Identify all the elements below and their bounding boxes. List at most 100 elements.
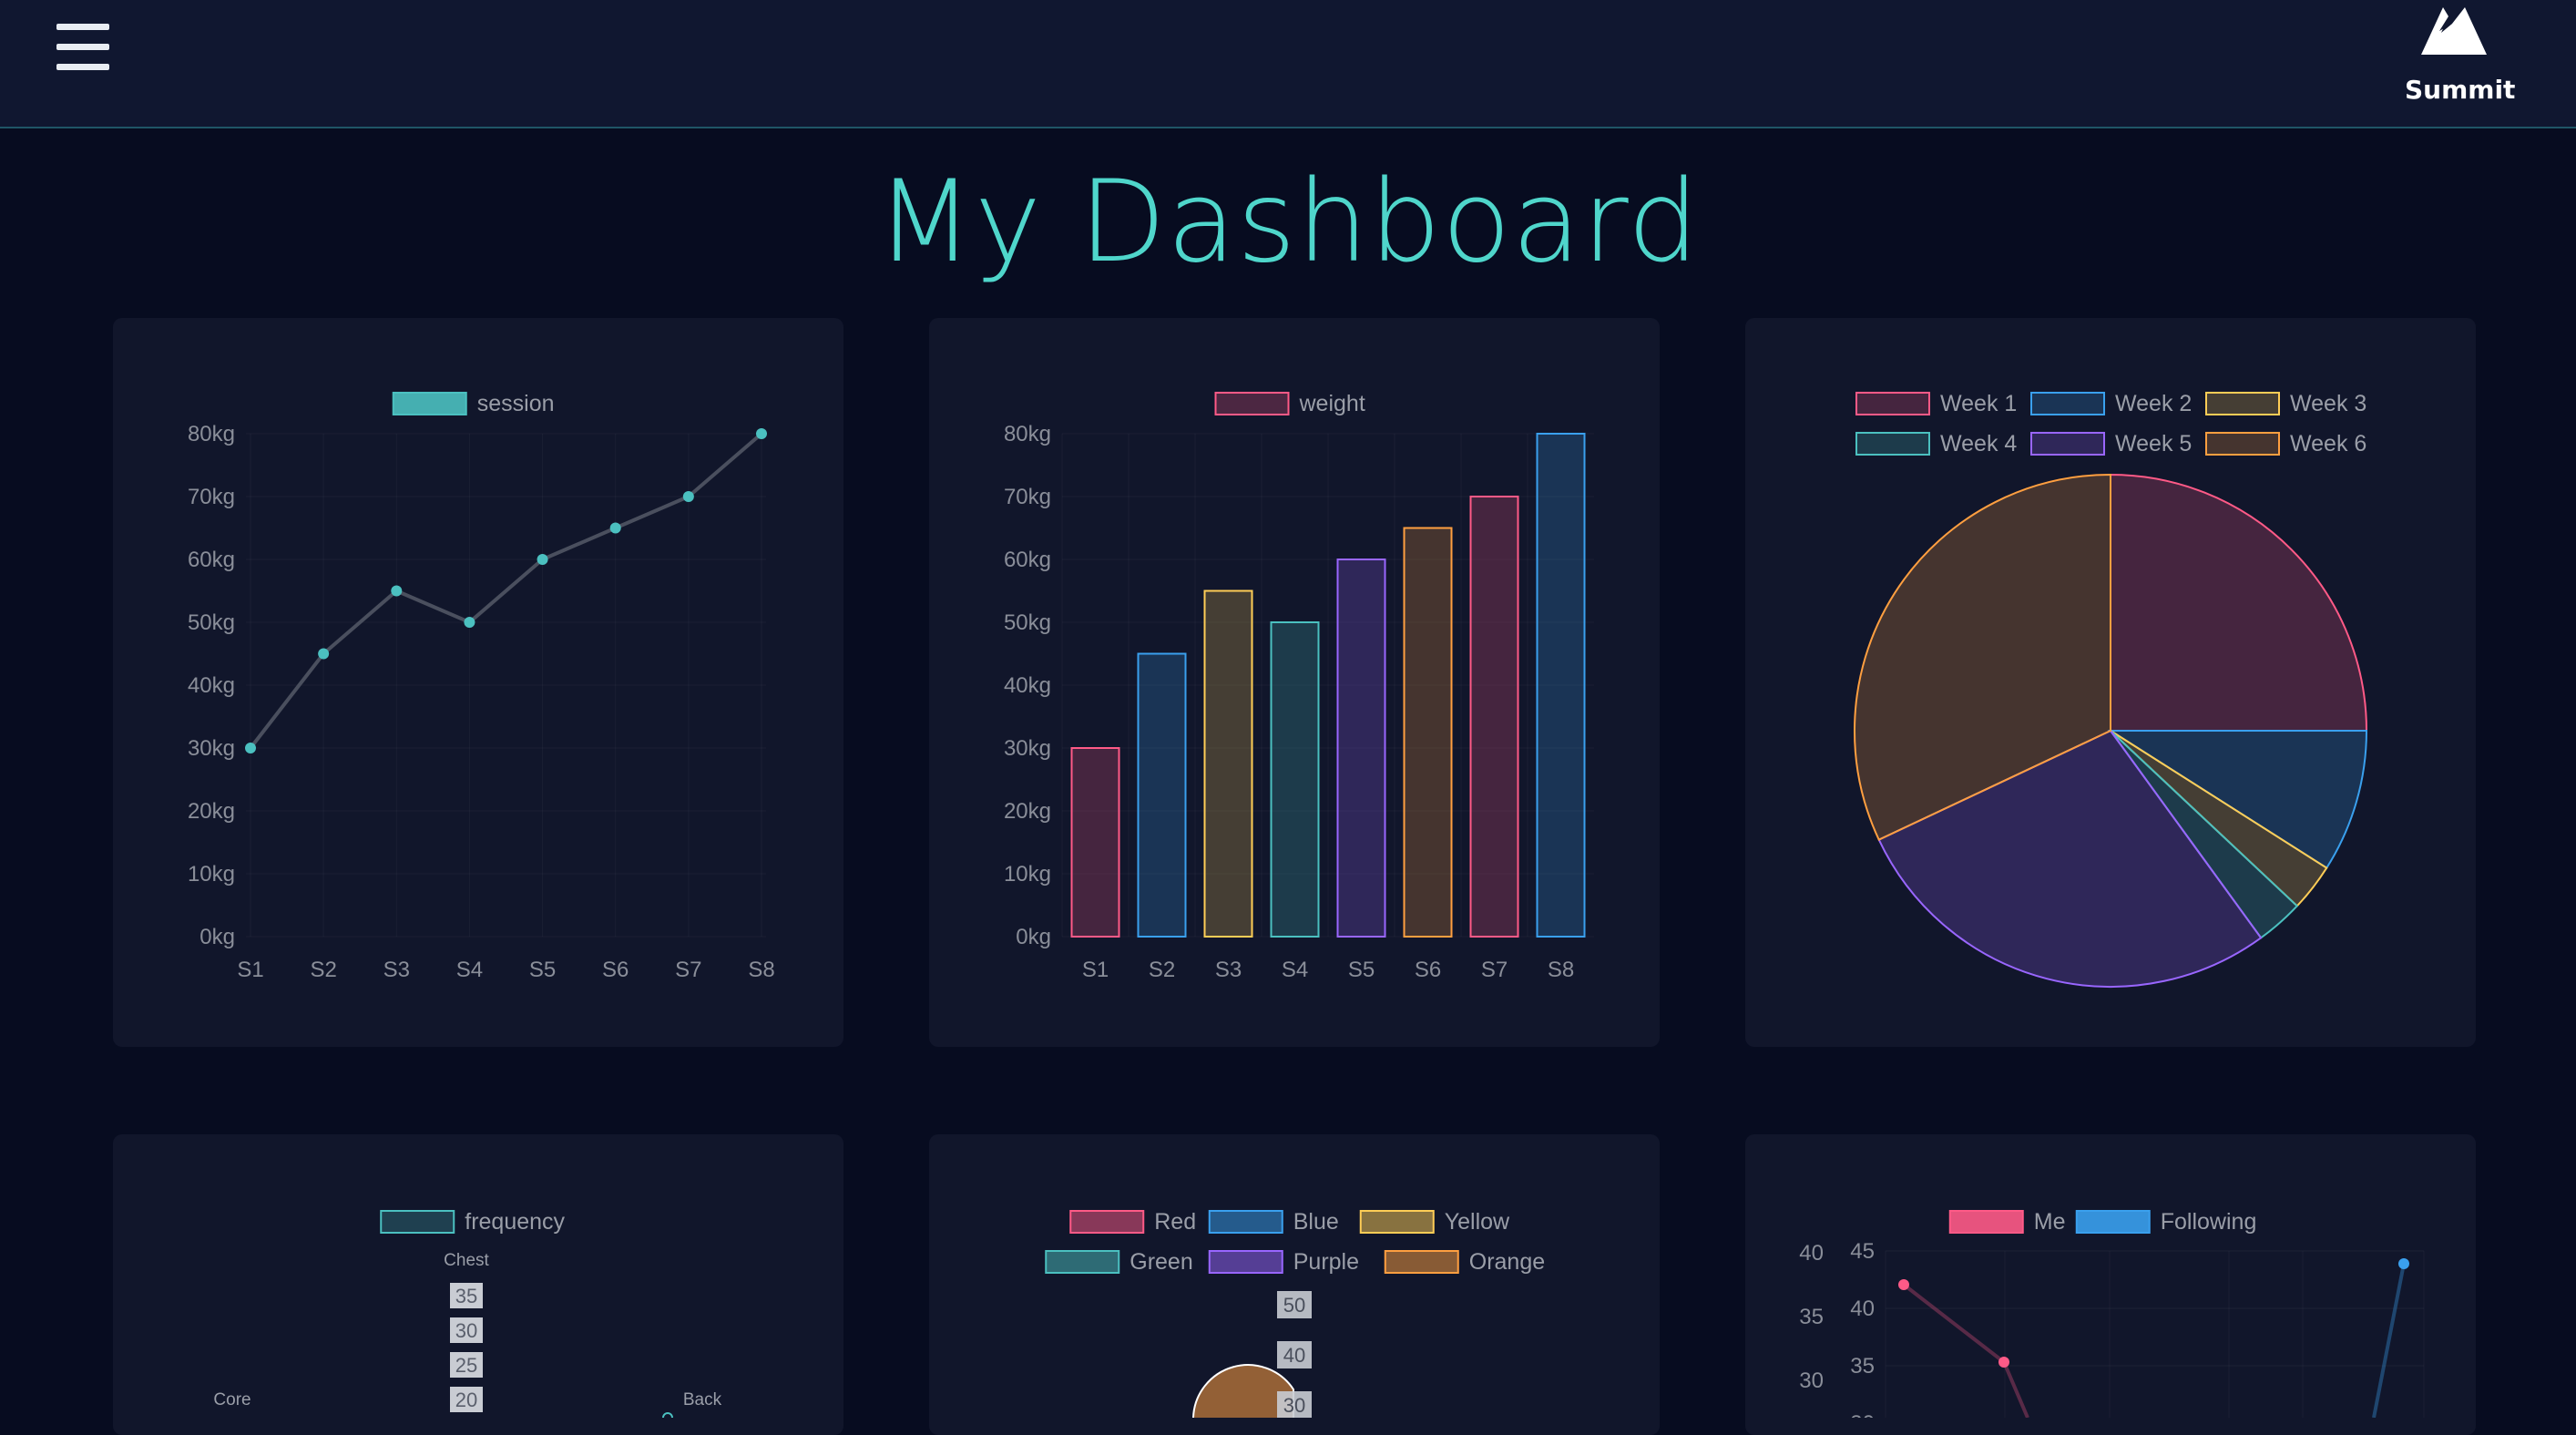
legend-orange-label: Orange: [1469, 1249, 1545, 1275]
x-tick-label: S3: [1215, 958, 1242, 982]
session-point: [245, 743, 256, 753]
frequency-radar-card: frequency Chest Back Core 35 30 25 20: [113, 1134, 843, 1435]
x-tick-label: S6: [602, 958, 629, 982]
session-point: [609, 522, 621, 534]
radar-axis-label: Back: [683, 1390, 722, 1409]
weeks-pie-card: Week 1 Week 2 Week 3 Week 4 Week 5 Week 6: [1745, 318, 2476, 1047]
x-tick-label: S8: [748, 958, 774, 982]
top-navbar: Summit: [0, 0, 2576, 128]
legend-purple-swatch: [1208, 1250, 1283, 1274]
y-left-tick-label: 40: [1799, 1241, 1824, 1266]
legend-week-6-swatch: [2205, 432, 2280, 456]
y-tick-label: 10kg: [188, 862, 235, 887]
legend-red-swatch: [1069, 1210, 1145, 1234]
legend-following-swatch: [2075, 1210, 2151, 1234]
polar-tick-label: 40: [1283, 1344, 1305, 1367]
mountain-icon: [2421, 7, 2487, 55]
radar-tick-label: 30: [455, 1319, 477, 1342]
legend-yellow-label: Yellow: [1445, 1209, 1510, 1235]
session-point: [464, 617, 475, 628]
y-tick-label: 30kg: [1004, 736, 1051, 761]
y-tick-label: 0kg: [199, 925, 235, 949]
legend-purple-label: Purple: [1293, 1249, 1359, 1275]
radar-axis-label: Core: [213, 1390, 250, 1409]
weight-bar: [1469, 496, 1519, 938]
following-point: [2398, 1258, 2409, 1269]
session-point: [682, 491, 694, 502]
x-tick-label: S4: [456, 958, 483, 982]
y-tick-label: 70kg: [1004, 485, 1051, 509]
y-tick-label: 40kg: [1004, 673, 1051, 698]
y-right-tick-label: 30: [1850, 1411, 1875, 1418]
x-tick-label: S2: [310, 958, 336, 982]
y-left-tick-label: 35: [1799, 1305, 1824, 1329]
y-tick-label: 50kg: [188, 610, 235, 635]
weight-bar: [1137, 652, 1187, 938]
polar-tick-label: 30: [1283, 1394, 1305, 1417]
session-series-line: [249, 432, 763, 750]
x-tick-label: S1: [1082, 958, 1109, 982]
radar-tick-label: 25: [455, 1354, 477, 1377]
x-tick-label: S2: [1149, 958, 1175, 982]
legend-week-1-swatch: [1855, 392, 1930, 415]
colors-polar-chart: Red Blue Yellow Green Purple Orange 50 40 30: [1045, 1209, 1545, 1435]
weight-bar: [1536, 433, 1586, 938]
weight-bar-card: weight 0kg 10kg 20kg 30kg 40kg 50kg 60kg 70kg 80k…: [929, 318, 1660, 1047]
weight-bar: [1203, 589, 1253, 938]
y-tick-label: 80kg: [1004, 422, 1051, 446]
legend-frequency-label: frequency: [465, 1209, 565, 1235]
legend-week-5-label: Week 5: [2115, 431, 2192, 456]
y-tick-label: 30kg: [188, 736, 235, 761]
y-tick-label: 10kg: [1004, 862, 1051, 887]
y-right-tick-label: 35: [1850, 1354, 1875, 1379]
y-tick-label: 50kg: [1004, 610, 1051, 635]
legend-session-label: session: [477, 391, 555, 416]
weight-bar-chart: weight 0kg 10kg 20kg 30kg 40kg 50kg 60kg 70kg 80k…: [1004, 391, 1594, 982]
legend-week-1-label: Week 1: [1940, 391, 2017, 416]
session-point: [756, 428, 767, 439]
legend-yellow-swatch: [1359, 1210, 1435, 1234]
legend-red-label: Red: [1154, 1209, 1196, 1235]
legend-green-swatch: [1045, 1250, 1120, 1274]
legend-week-2-swatch: [2030, 392, 2105, 415]
y-tick-label: 40kg: [188, 673, 235, 698]
legend-me-label: Me: [2034, 1209, 2066, 1235]
legend-blue-swatch: [1208, 1210, 1283, 1234]
summit-logo[interactable]: Summit: [2405, 4, 2515, 105]
colors-polar-card: Red Blue Yellow Green Purple Orange 50 40 30: [929, 1134, 1660, 1435]
y-tick-label: 60kg: [1004, 548, 1051, 572]
x-tick-label: S7: [1481, 958, 1508, 982]
x-tick-label: S4: [1282, 958, 1308, 982]
hamburger-icon[interactable]: [56, 24, 109, 71]
x-tick-label: S8: [1548, 958, 1574, 982]
following-series-line: [2372, 1263, 2406, 1419]
legend-green-label: Green: [1130, 1249, 1192, 1275]
legend-week-5-swatch: [2030, 432, 2105, 456]
me-following-card: Me Following 40 35 30 45 40 35 30: [1745, 1134, 2476, 1435]
y-tick-label: 70kg: [188, 485, 235, 509]
polar-tick-label: 50: [1283, 1294, 1305, 1317]
legend-following-label: Following: [2161, 1209, 2257, 1235]
y-tick-label: 80kg: [188, 422, 235, 446]
legend-week-2-label: Week 2: [2115, 391, 2192, 416]
session-line-card: session 0kg 10kg 20kg 30kg 40kg 50kg 60kg 70kg 80…: [113, 318, 843, 1047]
x-tick-label: S6: [1415, 958, 1441, 982]
x-tick-label: S1: [237, 958, 263, 982]
radar-point: [662, 1412, 673, 1423]
weeks-pie-chart: Week 1 Week 2 Week 3 Week 4 Week 5 Week 6: [1854, 391, 2368, 988]
legend-week-4-swatch: [1855, 432, 1930, 456]
legend-frequency-swatch: [380, 1210, 455, 1234]
legend-me-swatch: [1948, 1210, 2024, 1234]
legend-blue-label: Blue: [1293, 1209, 1339, 1235]
x-tick-label: S5: [1348, 958, 1375, 982]
me-point: [1998, 1357, 2009, 1368]
page-title: My Dashboard: [875, 157, 1701, 288]
radar-axis-label: Chest: [444, 1251, 489, 1270]
legend-orange-swatch: [1384, 1250, 1459, 1274]
me-series-line: [1902, 1283, 2029, 1419]
radar-tick-label: 35: [455, 1285, 477, 1307]
me-point: [1898, 1279, 1909, 1290]
session-point: [318, 648, 330, 660]
weight-bar: [1336, 559, 1386, 938]
legend-weight-label: weight: [1299, 391, 1365, 416]
